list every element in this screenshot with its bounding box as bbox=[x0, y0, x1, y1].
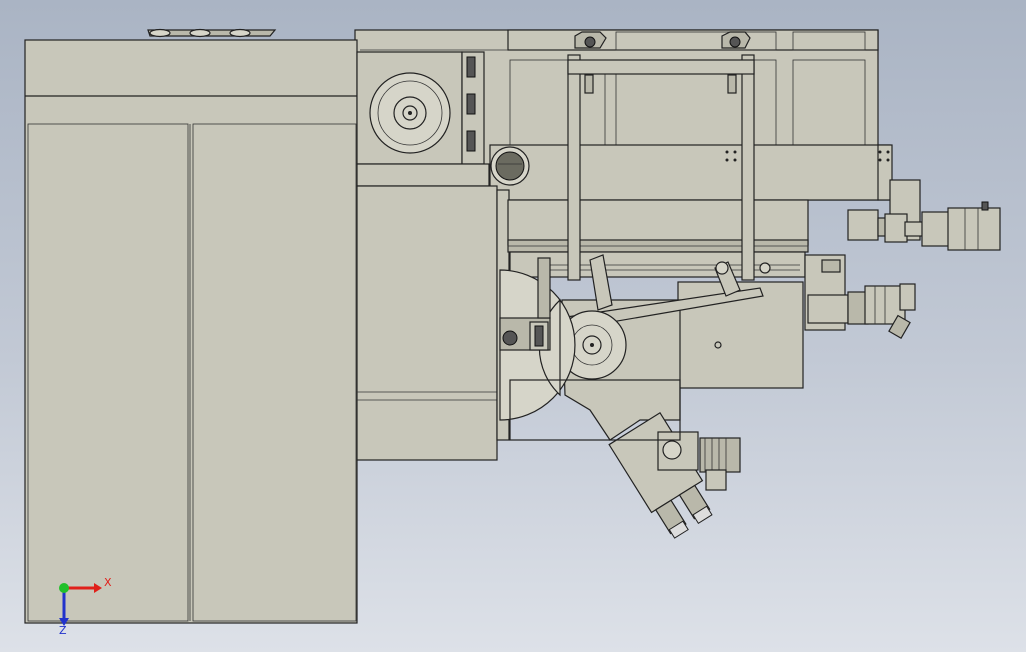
axis-triad: X Z bbox=[59, 576, 112, 635]
rail-assembly bbox=[507, 199, 809, 278]
y-axis-dot bbox=[59, 583, 69, 593]
cabinet bbox=[24, 39, 358, 624]
x-axis-label: X bbox=[104, 576, 112, 589]
z-axis-label: Z bbox=[59, 624, 67, 635]
cad-viewport[interactable]: X Z bbox=[0, 0, 1026, 652]
middle-block bbox=[356, 185, 510, 461]
disc-panel bbox=[356, 51, 490, 187]
upper-left-cluster bbox=[147, 28, 277, 38]
machine-drawing bbox=[24, 28, 1001, 624]
round-port bbox=[490, 146, 530, 186]
upper-actuator bbox=[847, 201, 1001, 251]
x-axis-head bbox=[94, 583, 102, 593]
